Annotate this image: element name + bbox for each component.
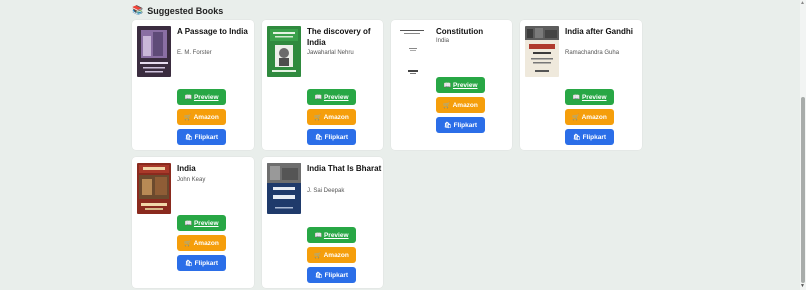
- preview-button[interactable]: 📖 Preview: [177, 89, 226, 105]
- book-cover-image: [267, 26, 301, 77]
- book-title: India That Is Bharat: [307, 164, 382, 173]
- preview-button[interactable]: 📖 Preview: [565, 89, 614, 105]
- book-cover-image: [396, 26, 430, 77]
- book-icon: 📖: [184, 94, 192, 101]
- book-cover[interactable]: [137, 26, 171, 77]
- preview-button[interactable]: 📖 Preview: [177, 215, 226, 231]
- book-author: Ramachandra Guha: [565, 50, 620, 56]
- flipkart-button[interactable]: 🛍 Flipkart: [307, 129, 356, 145]
- shopping-bag-icon: 🛍: [443, 122, 452, 129]
- cart-icon: 🛒: [443, 102, 451, 109]
- shopping-bag-icon: 🛍: [184, 260, 193, 267]
- preview-button[interactable]: 📖 Preview: [307, 227, 356, 243]
- book-title: India: [177, 164, 196, 173]
- scroll-down-icon[interactable]: ▼: [800, 283, 805, 289]
- book-icon: 📖: [314, 94, 322, 101]
- section-title: Suggested Books: [147, 5, 224, 16]
- flipkart-button[interactable]: 🛍 Flipkart: [177, 255, 226, 271]
- book-cover[interactable]: [525, 26, 559, 77]
- section-header: 📚 Suggested Books: [132, 5, 223, 16]
- book-author: E. M. Forster: [177, 50, 212, 56]
- book-title: The discovery of India: [307, 27, 371, 47]
- cart-icon: 🛒: [184, 114, 192, 121]
- book-cover[interactable]: [267, 26, 301, 77]
- book-author: India: [436, 38, 450, 44]
- book-icon: 📖: [572, 94, 580, 101]
- scrollbar-thumb[interactable]: [801, 97, 805, 283]
- amazon-button[interactable]: 🛒 Amazon: [436, 97, 485, 113]
- shopping-bag-icon: 🛍: [184, 134, 193, 141]
- book-icon: 📖: [184, 220, 192, 227]
- cart-icon: 🛒: [314, 114, 322, 121]
- book-cover-image: [137, 26, 171, 77]
- book-icon: 📖: [314, 232, 322, 239]
- vertical-scrollbar[interactable]: ▲ ▼: [800, 0, 806, 290]
- preview-button[interactable]: 📖 Preview: [307, 89, 356, 105]
- book-cover[interactable]: [267, 163, 301, 214]
- book-author: J. Sai Deepak: [307, 188, 345, 194]
- amazon-button[interactable]: 🛒 Amazon: [307, 109, 356, 125]
- shopping-bag-icon: 🛍: [314, 134, 323, 141]
- flipkart-button[interactable]: 🛍 Flipkart: [307, 267, 356, 283]
- amazon-button[interactable]: 🛒 Amazon: [565, 109, 614, 125]
- book-author: Jawaharlal Nehru: [307, 50, 354, 56]
- book-card: India John Keay 📖 Preview 🛒 Amazon 🛍 Flipka…: [132, 157, 254, 288]
- book-card: The discovery of India Jawaharlal Nehru …: [262, 20, 383, 150]
- flipkart-button[interactable]: 🛍 Flipkart: [177, 129, 226, 145]
- shopping-bag-icon: 🛍: [314, 272, 323, 279]
- flipkart-button[interactable]: 🛍 Flipkart: [436, 117, 485, 133]
- book-card: A Passage to India E. M. Forster 📖 Previe…: [132, 20, 254, 150]
- amazon-button[interactable]: 🛒 Amazon: [177, 235, 226, 251]
- cart-icon: 🛒: [184, 240, 192, 247]
- cart-icon: 🛒: [572, 114, 580, 121]
- preview-button[interactable]: 📖 Preview: [436, 77, 485, 93]
- book-icon: 📖: [443, 82, 451, 89]
- book-title: India after Gandhi: [565, 27, 634, 36]
- book-cover-image: [525, 26, 559, 77]
- book-cover[interactable]: [396, 26, 430, 77]
- shopping-bag-icon: 🛍: [572, 134, 581, 141]
- book-card: Constitution India 📖 Preview 🛒 Amazon 🛍 Fli…: [391, 20, 512, 150]
- amazon-button[interactable]: 🛒 Amazon: [177, 109, 226, 125]
- book-title: A Passage to India: [177, 27, 248, 36]
- cart-icon: 🛒: [314, 252, 322, 259]
- book-card: India after Gandhi Ramachandra Guha 📖 Pre…: [520, 20, 642, 150]
- scroll-up-icon[interactable]: ▲: [800, 0, 805, 6]
- book-cover-image: [137, 163, 171, 214]
- books-icon: 📚: [132, 5, 144, 15]
- book-cover-image: [267, 163, 301, 214]
- book-title: Constitution: [436, 27, 484, 36]
- book-card: India That Is Bharat J. Sai Deepak 📖 Prev…: [262, 157, 383, 288]
- book-author: John Keay: [177, 177, 206, 183]
- flipkart-button[interactable]: 🛍 Flipkart: [565, 129, 614, 145]
- book-cover[interactable]: [137, 163, 171, 214]
- amazon-button[interactable]: 🛒 Amazon: [307, 247, 356, 263]
